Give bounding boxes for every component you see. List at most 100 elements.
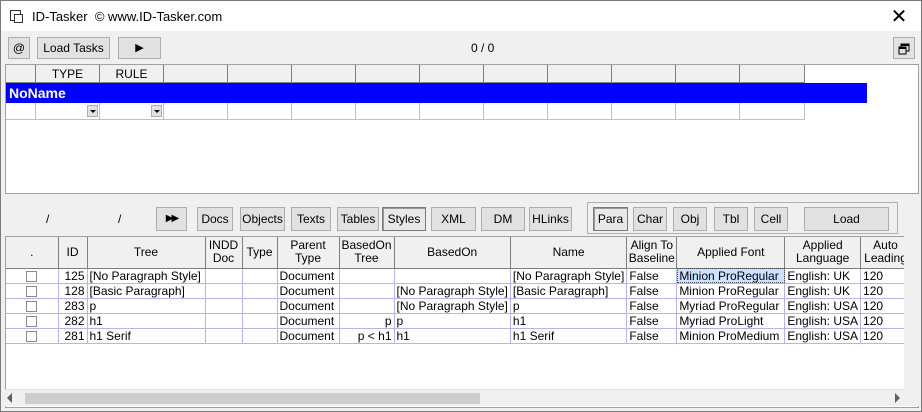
- task-row-cell[interactable]: [612, 103, 676, 120]
- cell-applied-font[interactable]: Minion ProRegular: [676, 283, 786, 299]
- row-checkbox-cell[interactable]: [6, 298, 59, 314]
- cell-applied-font[interactable]: Myriad ProLight: [676, 313, 786, 329]
- cell-align[interactable]: False: [626, 328, 678, 344]
- col-header-applied-font[interactable]: Applied Font: [676, 237, 786, 269]
- task-grid-header-type[interactable]: TYPE: [36, 65, 100, 83]
- col-header-indd-doc[interactable]: INDD Doc: [205, 237, 243, 269]
- task-row-cell[interactable]: [548, 103, 612, 120]
- panel-splitter[interactable]: [1, 197, 921, 201]
- cell-basedon[interactable]: p: [394, 313, 511, 329]
- cell-basedon-tree[interactable]: [339, 268, 395, 284]
- cell-type[interactable]: [242, 298, 278, 314]
- cell-indd-doc[interactable]: [205, 328, 243, 344]
- subtab-char[interactable]: Char: [633, 207, 667, 231]
- cell-align[interactable]: False: [626, 283, 678, 299]
- row-checkbox[interactable]: [26, 270, 38, 282]
- cell-parent-type[interactable]: Document: [277, 268, 340, 284]
- cell-applied-language[interactable]: English: UK: [784, 283, 862, 299]
- cell-basedon-tree[interactable]: [339, 283, 395, 299]
- restore-window-button[interactable]: [893, 37, 915, 59]
- cell-type[interactable]: [242, 283, 278, 299]
- task-row-cell[interactable]: [292, 103, 356, 120]
- task-row-cell[interactable]: [484, 103, 548, 120]
- table-row[interactable]: 125 [No Paragraph Style] Document [No Pa…: [6, 268, 912, 284]
- cell-basedon-tree[interactable]: p < h1: [339, 328, 395, 344]
- task-row-cell[interactable]: [740, 103, 805, 120]
- cell-parent-type[interactable]: Document: [277, 298, 340, 314]
- tab-dm[interactable]: DM: [481, 207, 525, 231]
- col-header-tree[interactable]: Tree: [87, 237, 206, 269]
- cell-indd-doc[interactable]: [205, 283, 243, 299]
- cell-applied-language[interactable]: English: USA: [784, 313, 862, 329]
- chevron-down-icon[interactable]: [87, 105, 98, 117]
- cell-name[interactable]: [No Paragraph Style]: [510, 268, 628, 284]
- chevron-down-icon[interactable]: [151, 105, 162, 117]
- row-checkbox[interactable]: [26, 315, 38, 327]
- col-header-parent-type[interactable]: Parent Type: [277, 237, 340, 269]
- at-button[interactable]: @: [8, 37, 30, 59]
- task-grid-header-rule[interactable]: RULE: [100, 65, 164, 83]
- load-tasks-button[interactable]: Load Tasks: [37, 37, 110, 59]
- cell-align[interactable]: False: [626, 313, 678, 329]
- row-checkbox-cell[interactable]: [6, 328, 59, 344]
- row-checkbox-cell[interactable]: [6, 283, 59, 299]
- row-checkbox[interactable]: [26, 300, 38, 312]
- task-row-cell[interactable]: [356, 103, 420, 120]
- cell-type[interactable]: [242, 268, 278, 284]
- col-header-type[interactable]: Type: [242, 237, 278, 269]
- cell-name[interactable]: h1 Serif: [510, 328, 628, 344]
- forward-button[interactable]: ▶▶: [156, 207, 187, 231]
- cell-id[interactable]: 125: [58, 268, 88, 284]
- cell-tree[interactable]: p: [87, 298, 206, 314]
- col-header-id[interactable]: ID: [58, 237, 88, 269]
- tab-xml[interactable]: XML: [431, 207, 476, 231]
- col-header-select[interactable]: .: [6, 237, 59, 269]
- cell-applied-font[interactable]: Minion ProMedium: [676, 328, 786, 344]
- cell-basedon-tree[interactable]: p: [339, 313, 395, 329]
- cell-parent-type[interactable]: Document: [277, 328, 340, 344]
- cell-indd-doc[interactable]: [205, 268, 243, 284]
- type-combo[interactable]: [36, 103, 100, 120]
- cell-basedon[interactable]: [No Paragraph Style]: [394, 283, 511, 299]
- cell-type[interactable]: [242, 313, 278, 329]
- col-header-basedon-tree[interactable]: BasedOn Tree: [339, 237, 395, 269]
- task-row-cell[interactable]: [6, 103, 36, 120]
- row-checkbox-cell[interactable]: [6, 313, 59, 329]
- cell-name[interactable]: [Basic Paragraph]: [510, 283, 628, 299]
- table-row[interactable]: 281 h1 Serif Document p < h1 h1 h1 Serif…: [6, 328, 912, 344]
- cell-basedon[interactable]: [394, 268, 511, 284]
- cell-type[interactable]: [242, 328, 278, 344]
- cell-parent-type[interactable]: Document: [277, 313, 340, 329]
- rule-combo[interactable]: [100, 103, 164, 120]
- cell-basedon-tree[interactable]: [339, 298, 395, 314]
- cell-basedon[interactable]: [No Paragraph Style]: [394, 298, 511, 314]
- task-row-cell[interactable]: [164, 103, 228, 120]
- subtab-cell[interactable]: Cell: [754, 207, 788, 231]
- tab-hlinks[interactable]: HLinks: [529, 207, 572, 231]
- cell-name[interactable]: h1: [510, 313, 628, 329]
- col-header-align-to-baseline[interactable]: Align To Baseline: [626, 237, 678, 269]
- horizontal-scrollbar[interactable]: [5, 389, 904, 406]
- cell-applied-font[interactable]: Minion ProRegular: [676, 268, 786, 284]
- cell-id[interactable]: 128: [58, 283, 88, 299]
- row-checkbox-cell[interactable]: [6, 268, 59, 284]
- cell-applied-language[interactable]: English: USA: [784, 298, 862, 314]
- cell-applied-language[interactable]: English: USA: [784, 328, 862, 344]
- play-button[interactable]: ▶: [118, 37, 161, 59]
- row-checkbox[interactable]: [26, 330, 38, 342]
- task-row-cell[interactable]: [228, 103, 292, 120]
- cell-id[interactable]: 281: [58, 328, 88, 344]
- subtab-tbl[interactable]: Tbl: [714, 207, 748, 231]
- tab-docs[interactable]: Docs: [197, 207, 233, 231]
- col-header-basedon[interactable]: BasedOn: [394, 237, 511, 269]
- cell-tree[interactable]: h1: [87, 313, 206, 329]
- subtab-obj[interactable]: Obj: [673, 207, 707, 231]
- row-checkbox[interactable]: [26, 285, 38, 297]
- cell-indd-doc[interactable]: [205, 313, 243, 329]
- cell-tree[interactable]: h1 Serif: [87, 328, 206, 344]
- cell-name[interactable]: p: [510, 298, 628, 314]
- task-row-cell[interactable]: [676, 103, 740, 120]
- subtab-para[interactable]: Para: [593, 207, 628, 231]
- cell-basedon[interactable]: h1: [394, 328, 511, 344]
- table-row[interactable]: 128 [Basic Paragraph] Document [No Parag…: [6, 283, 912, 299]
